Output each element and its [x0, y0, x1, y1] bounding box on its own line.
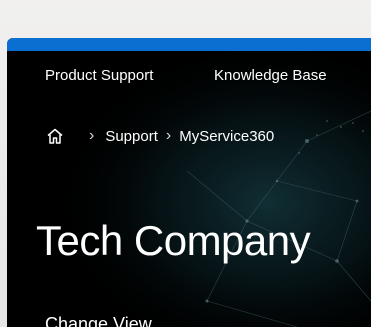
nav-link-knowledge-base[interactable]: Knowledge Base [214, 67, 327, 84]
site-window: Product Support Knowledge Base › Support… [7, 38, 371, 327]
nav-link-product-support[interactable]: Product Support [45, 67, 153, 84]
breadcrumb-current-page: MyService360 [179, 127, 275, 145]
page-title: Tech Company [36, 217, 311, 264]
breadcrumb: › Support › MyService360 [45, 124, 274, 148]
home-icon[interactable] [45, 126, 65, 146]
change-view-link[interactable]: Change View [45, 314, 152, 327]
top-nav: Product Support Knowledge Base [7, 51, 371, 103]
top-accent-bar [7, 38, 371, 51]
breadcrumb-link-support[interactable]: Support [105, 128, 158, 145]
chevron-right-icon: › [165, 127, 172, 144]
chevron-right-icon: › [89, 127, 95, 144]
